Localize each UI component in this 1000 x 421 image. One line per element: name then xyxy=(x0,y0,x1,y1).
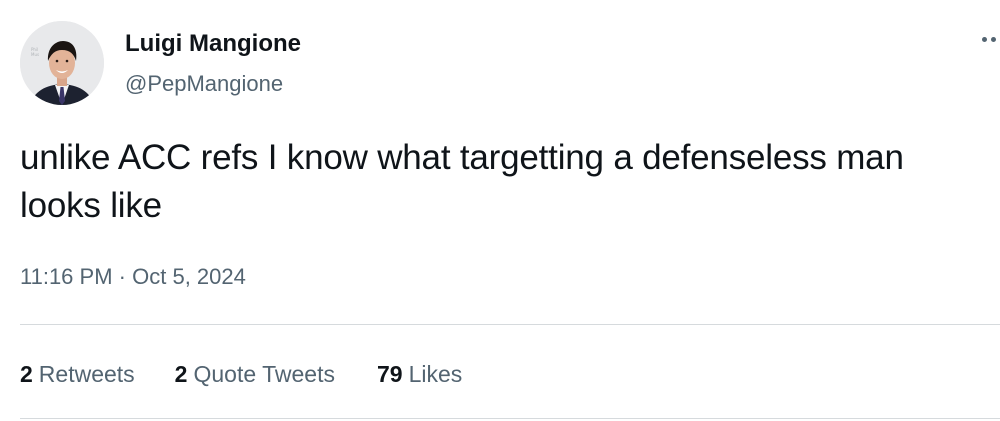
divider-top xyxy=(20,324,1000,325)
retweets-label: Retweets xyxy=(38,361,135,387)
quote-tweets-label: Quote Tweets xyxy=(193,361,335,387)
tweet-date[interactable]: Oct 5, 2024 xyxy=(132,264,246,289)
more-dot-icon xyxy=(982,37,987,42)
more-options-icon[interactable] xyxy=(980,34,1000,46)
tweet-text: unlike ACC refs I know what targetting a… xyxy=(20,138,904,225)
retweets-stat[interactable]: 2 Retweets xyxy=(20,359,135,389)
author-handle[interactable]: @PepMangione xyxy=(125,69,283,99)
engagement-stats: 2 Retweets 2 Quote Tweets 79 Likes xyxy=(20,359,462,389)
avatar-photo-icon: Phil Mus xyxy=(20,21,104,105)
quote-tweets-count: 2 xyxy=(174,361,188,387)
author-name[interactable]: Luigi Mangione xyxy=(125,29,301,59)
timestamp-separator: · xyxy=(118,264,126,289)
more-dot-icon xyxy=(991,37,996,42)
retweets-count: 2 xyxy=(20,361,33,387)
quote-tweets-stat[interactable]: 2 Quote Tweets xyxy=(175,359,335,389)
tweet-card: Phil Mus Luigi Mangione @PepMangione unl… xyxy=(0,0,1000,421)
divider-bottom xyxy=(20,418,1000,419)
tweet-timestamp: 11:16 PM · Oct 5, 2024 xyxy=(20,262,246,292)
svg-text:Mus: Mus xyxy=(31,52,39,57)
author-avatar[interactable]: Phil Mus xyxy=(20,21,104,105)
likes-stat[interactable]: 79 Likes xyxy=(377,359,462,389)
likes-count: 79 xyxy=(376,361,403,387)
tweet-time[interactable]: 11:16 PM xyxy=(20,264,113,289)
likes-label: Likes xyxy=(408,361,463,387)
